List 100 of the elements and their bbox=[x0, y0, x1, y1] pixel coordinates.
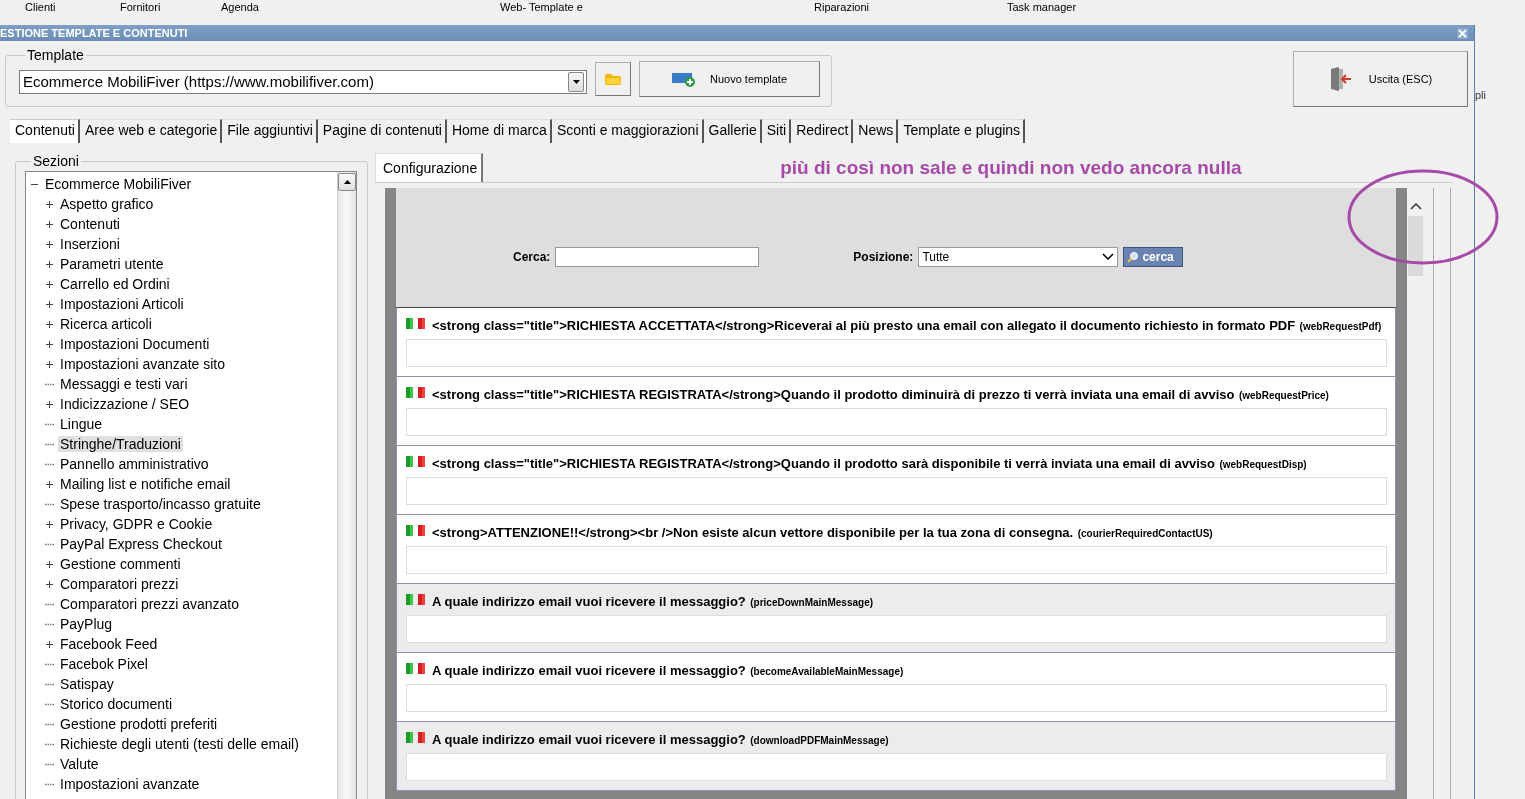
translation-field[interactable] bbox=[406, 339, 1388, 367]
tree-item[interactable]: Indicizzazione / SEO bbox=[58, 396, 192, 412]
tree-item[interactable]: Inserzioni bbox=[58, 236, 122, 252]
menu-item[interactable]: Fornitori bbox=[120, 1, 161, 13]
tree-item[interactable]: Privacy, GDPR e Cookie bbox=[58, 516, 215, 532]
tree-item[interactable]: Valute bbox=[58, 756, 101, 772]
tree-item[interactable]: PayPal Express Checkout bbox=[58, 536, 224, 552]
tab[interactable]: Contenuti bbox=[10, 119, 80, 143]
tree-item[interactable]: Stringhe/Traduzioni bbox=[58, 436, 183, 452]
scrollbar[interactable] bbox=[337, 172, 356, 799]
expand-icon[interactable] bbox=[45, 399, 54, 409]
tree-item[interactable]: Satispay bbox=[58, 676, 116, 692]
template-dropdown[interactable]: Ecommerce MobiliFiver (https://www.mobilifiver.com) bbox=[19, 69, 587, 94]
expand-icon[interactable] bbox=[45, 339, 54, 349]
translation-field[interactable] bbox=[406, 615, 1388, 643]
tab[interactable]: Gallerie bbox=[703, 119, 762, 143]
expand-icon[interactable] bbox=[45, 519, 54, 529]
tab[interactable]: Pagine di contenuti bbox=[317, 119, 447, 143]
tab[interactable]: Configurazione bbox=[375, 153, 484, 182]
menu-item[interactable]: Clienti bbox=[25, 1, 56, 13]
exit-door-icon bbox=[1328, 67, 1351, 91]
tree-item[interactable]: Pannello amministrativo bbox=[58, 456, 211, 472]
search-button[interactable]: cerca bbox=[1123, 246, 1183, 267]
scroll-up-arrow-icon[interactable] bbox=[343, 180, 351, 184]
folder-button[interactable] bbox=[595, 61, 631, 96]
annotation-text: più di così non sale e quindi non vedo ancora nulla bbox=[780, 157, 1242, 180]
string-key: (webRequestPdf) bbox=[1299, 321, 1382, 332]
expand-icon[interactable] bbox=[45, 279, 54, 289]
expand-icon[interactable] bbox=[45, 239, 54, 249]
menu-item[interactable]: Web- Template e bbox=[500, 1, 583, 13]
tree-item[interactable]: Impostazioni avanzate sito bbox=[58, 356, 227, 372]
tree-item[interactable]: Lingue bbox=[58, 416, 105, 432]
tab[interactable]: News bbox=[853, 119, 899, 143]
translation-field[interactable] bbox=[406, 684, 1388, 712]
tree-item[interactable]: Parametri utente bbox=[58, 256, 166, 272]
string-text: A quale indirizzo email vuoi ricevere il messaggio? bbox=[432, 732, 746, 747]
close-icon[interactable] bbox=[1457, 27, 1468, 39]
tree-item[interactable]: Spese trasporto/incasso gratuite bbox=[58, 496, 263, 512]
tree-item[interactable]: Ricerca articoli bbox=[58, 316, 154, 332]
menu-item[interactable]: Task manager bbox=[1007, 1, 1077, 13]
translation-field[interactable] bbox=[406, 753, 1388, 781]
flag-icon bbox=[406, 318, 427, 329]
tree-item[interactable]: Impostazioni avanzate bbox=[58, 776, 202, 792]
tree-item[interactable]: Messaggi e testi vari bbox=[58, 376, 190, 392]
new-template-button[interactable]: Nuovo template bbox=[639, 60, 820, 97]
string-text: A quale indirizzo email vuoi ricevere il messaggio? bbox=[432, 663, 746, 678]
expand-icon[interactable] bbox=[45, 559, 54, 569]
tab[interactable]: Sconti e maggiorazioni bbox=[551, 119, 704, 143]
expand-icon[interactable] bbox=[45, 299, 54, 309]
dropdown-arrow-icon bbox=[572, 79, 580, 84]
tree-item[interactable]: PayPlug bbox=[58, 616, 115, 632]
position-dropdown[interactable]: Tutte bbox=[918, 246, 1119, 267]
expand-icon[interactable] bbox=[45, 639, 54, 649]
tab[interactable]: Home di marca bbox=[446, 119, 552, 143]
tab[interactable]: Redirect bbox=[791, 119, 854, 143]
group-legend: Template bbox=[25, 47, 86, 63]
chevron-up-icon[interactable] bbox=[1409, 202, 1422, 210]
tab[interactable]: Aree web e categorie bbox=[79, 119, 223, 143]
menu-item[interactable]: Agenda bbox=[221, 1, 259, 13]
expand-icon[interactable] bbox=[45, 319, 54, 329]
tree-item[interactable]: Impostazioni Articoli bbox=[58, 296, 186, 312]
position-label: Posizione: bbox=[853, 249, 914, 264]
expand-icon[interactable] bbox=[45, 259, 54, 269]
expand-icon[interactable] bbox=[45, 219, 54, 229]
translation-field[interactable] bbox=[406, 408, 1388, 436]
tree-item[interactable]: Gestione commenti bbox=[58, 556, 183, 572]
string-key: (downloadPDFMainMessage) bbox=[750, 735, 889, 746]
expand-icon[interactable] bbox=[45, 579, 54, 589]
search-label: Cerca: bbox=[513, 249, 551, 264]
tree-item[interactable]: Comparatori prezzi avanzato bbox=[58, 596, 241, 612]
scrollbar-thumb[interactable] bbox=[1408, 216, 1424, 276]
tree-item[interactable]: Comparatori prezzi bbox=[58, 576, 181, 592]
flag-icon bbox=[406, 456, 427, 467]
tab[interactable]: File aggiuntivi bbox=[222, 119, 318, 143]
tree-item[interactable]: Contenuti bbox=[58, 216, 122, 232]
tab[interactable]: Template e plugins bbox=[898, 119, 1026, 143]
tab[interactable]: Siti bbox=[761, 119, 792, 143]
group-legend: Sezioni bbox=[31, 153, 81, 169]
string-text: <strong class="title">RICHIESTA REGISTRATA</strong>Quando il prodotto sarà disponibile ti verrà inviata una email di avviso bbox=[432, 456, 1215, 471]
translation-field[interactable] bbox=[406, 477, 1388, 505]
tree-item[interactable]: Gestione prodotti preferiti bbox=[58, 716, 220, 732]
tree-item[interactable]: Ecommerce MobiliFiver bbox=[43, 176, 194, 192]
tree-item[interactable]: Carrello ed Ordini bbox=[58, 276, 172, 292]
tree-item[interactable]: Mailing list e notifiche email bbox=[58, 476, 233, 492]
chevron-down-icon bbox=[1102, 253, 1115, 260]
tree-item[interactable]: Facebook Feed bbox=[58, 636, 160, 652]
string-key: (webRequestPrice) bbox=[1238, 390, 1329, 401]
tree-item[interactable]: Storico documenti bbox=[58, 696, 175, 712]
menu-item[interactable]: Riparazioni bbox=[814, 1, 870, 13]
tree-item[interactable]: Facebok Pixel bbox=[58, 656, 150, 672]
exit-button[interactable]: Uscita (ESC) bbox=[1293, 51, 1468, 107]
tree-item[interactable]: Richieste degli utenti (testi delle email) bbox=[58, 736, 301, 752]
search-field[interactable] bbox=[555, 246, 760, 267]
tree-item[interactable]: Impostazioni Documenti bbox=[58, 336, 212, 352]
expand-icon[interactable] bbox=[45, 359, 54, 369]
flag-icon bbox=[406, 594, 427, 605]
expand-icon[interactable] bbox=[45, 479, 54, 489]
tree-item[interactable]: Aspetto grafico bbox=[58, 196, 156, 212]
translation-field[interactable] bbox=[406, 546, 1388, 574]
expand-icon[interactable] bbox=[45, 199, 54, 209]
